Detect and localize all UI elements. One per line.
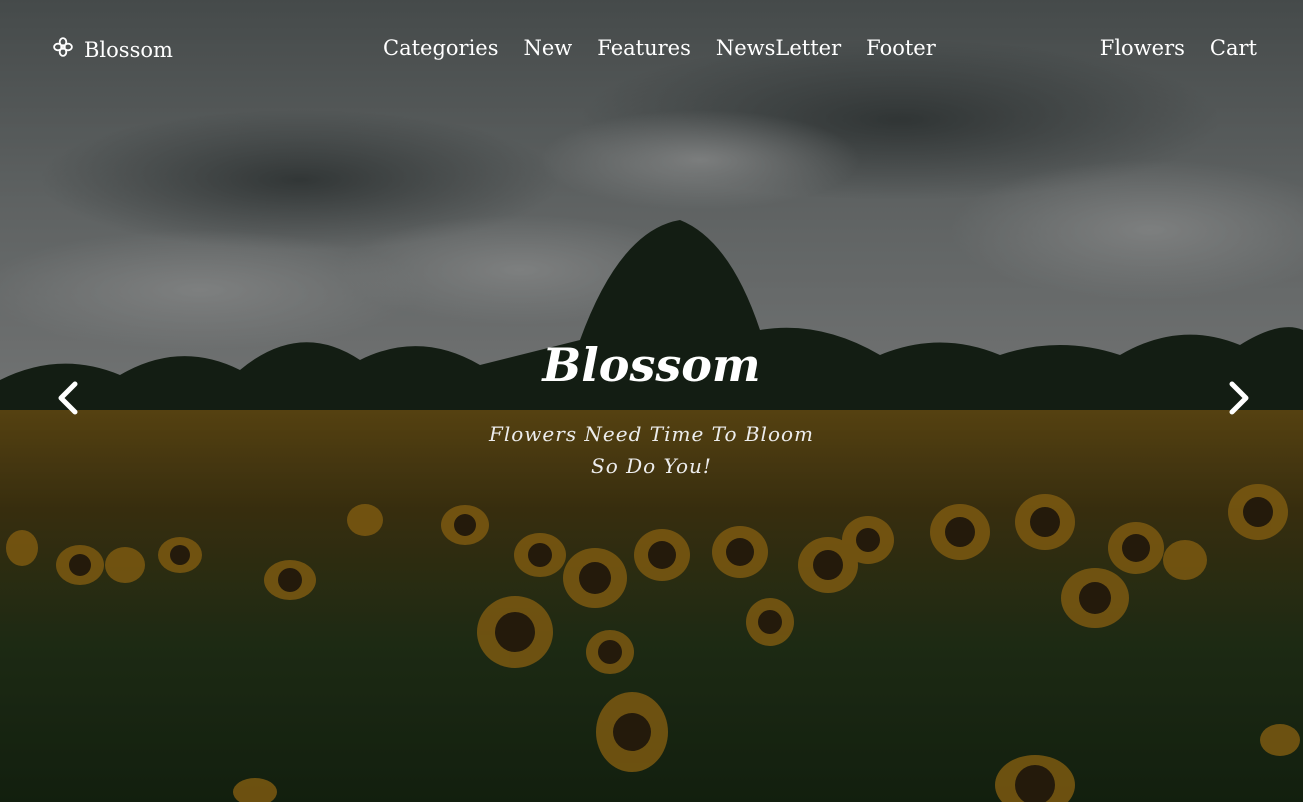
nav-link-new[interactable]: New xyxy=(524,36,573,60)
main-menu: Categories New Features NewsLetter Foote… xyxy=(383,36,936,60)
nav-link-footer[interactable]: Footer xyxy=(866,36,936,60)
brand-logo-link[interactable]: Blossom xyxy=(52,36,173,63)
nav-link-features[interactable]: Features xyxy=(597,36,691,60)
nav-link-flowers[interactable]: Flowers xyxy=(1100,36,1185,60)
hero-subtitle-line-2: So Do You! xyxy=(591,454,712,478)
right-menu: Flowers Cart xyxy=(1100,36,1257,60)
nav-link-cart[interactable]: Cart xyxy=(1210,36,1257,60)
hero-subtitle-line-1: Flowers Need Time To Bloom xyxy=(488,422,814,446)
flower-icon xyxy=(52,36,74,63)
nav-link-categories[interactable]: Categories xyxy=(383,36,499,60)
hero-carousel: Blossom Categories New Features NewsLett… xyxy=(0,0,1303,802)
hero-subtitle: Flowers Need Time To Bloom So Do You! xyxy=(0,418,1303,482)
brand-name: Blossom xyxy=(84,37,173,62)
hero-dark-overlay xyxy=(0,0,1303,802)
nav-link-newsletter[interactable]: NewsLetter xyxy=(716,36,841,60)
hero-title: Blossom xyxy=(542,338,761,392)
top-navbar: Blossom Categories New Features NewsLett… xyxy=(0,0,1303,100)
